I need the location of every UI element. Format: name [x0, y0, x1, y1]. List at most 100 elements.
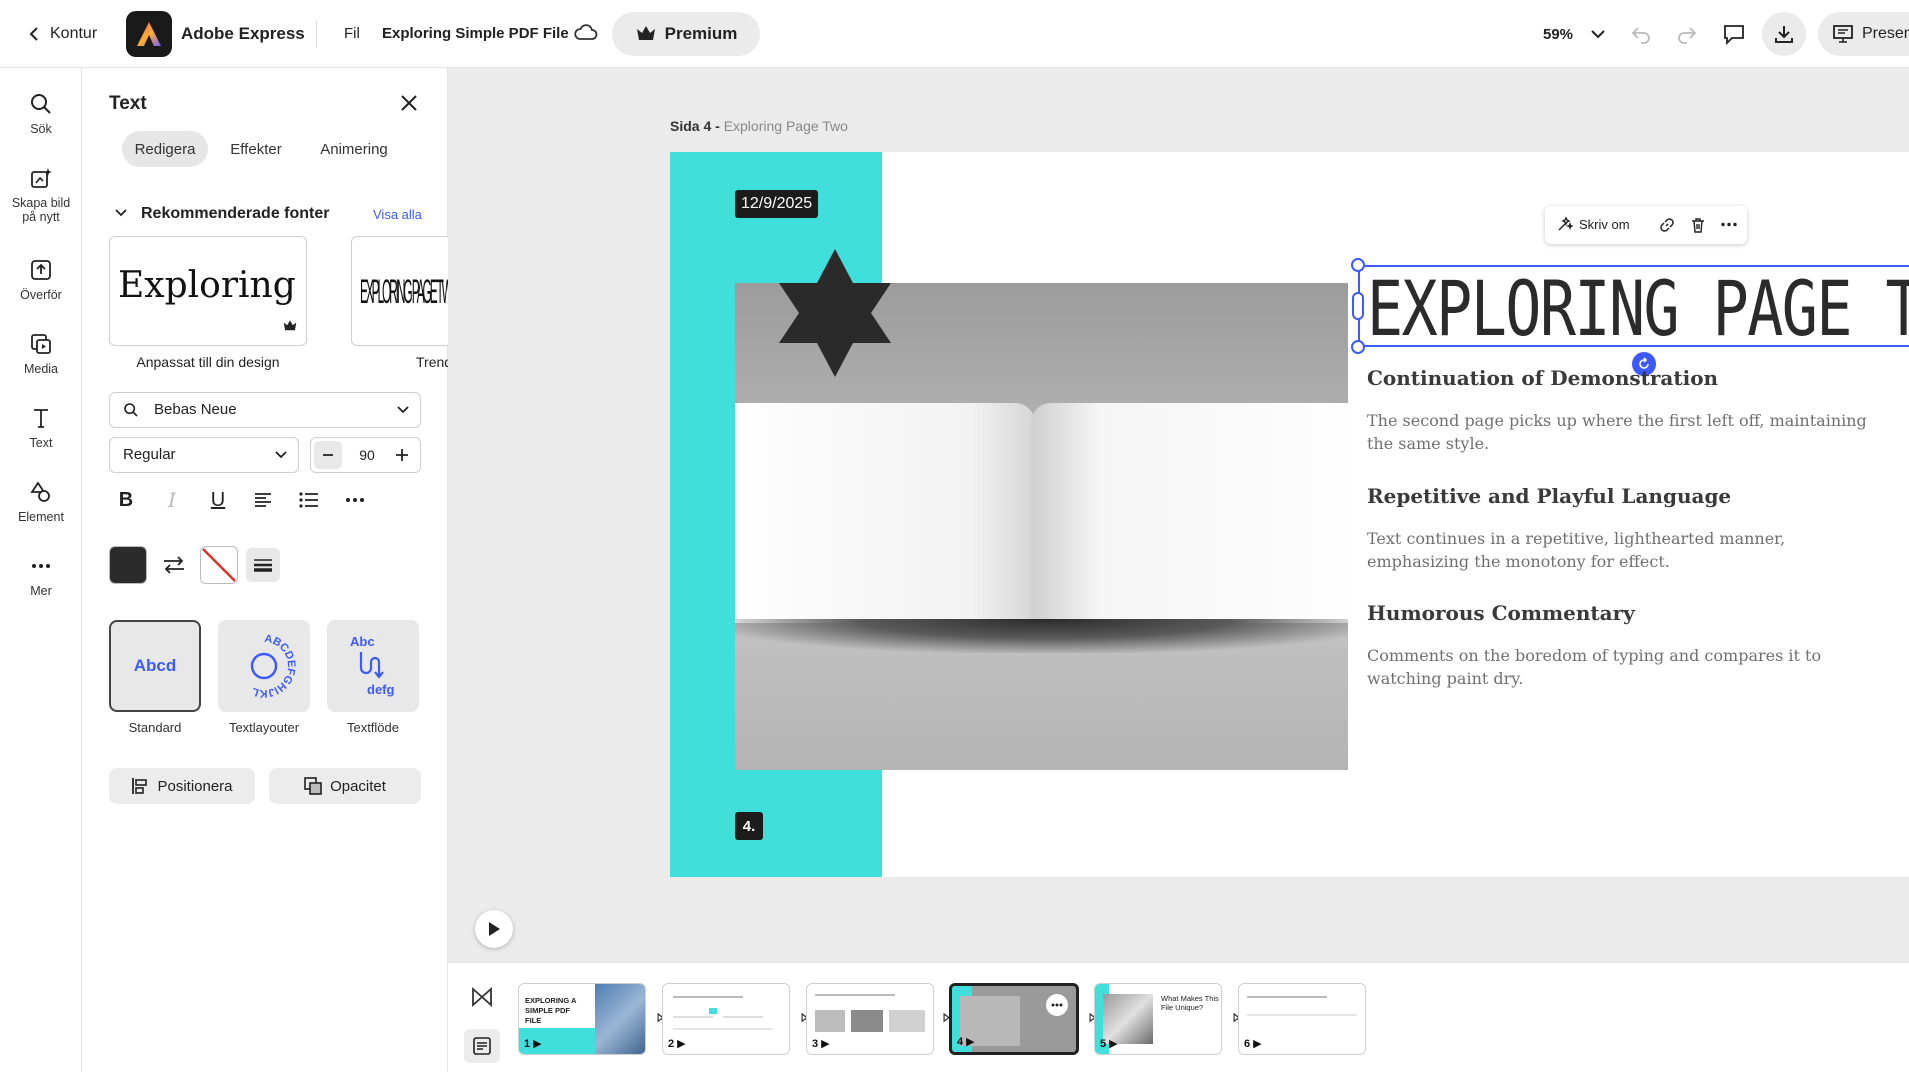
section-body-line[interactable]: Comments on the boredom of typing and co… [1367, 646, 1821, 665]
star-icon[interactable] [775, 247, 895, 379]
slide[interactable]: 12/9/2025 4. Skriv om EXPLORING PAGE TWO [670, 152, 1909, 877]
media-icon [29, 332, 53, 356]
section-body-line[interactable]: The second page picks up where the first… [1367, 411, 1867, 430]
see-all-link[interactable]: Visa alla [373, 207, 422, 222]
more-icon[interactable] [1721, 222, 1737, 227]
font-family-select[interactable]: Bebas Neue [109, 392, 421, 428]
rail-item-text[interactable]: Text [0, 406, 82, 450]
tab-edit[interactable]: Redigera [122, 131, 208, 167]
adobe-express-logo[interactable] [126, 11, 172, 57]
section-heading[interactable]: Continuation of Demonstration [1367, 366, 1718, 390]
svg-text:ABCDEFGHIJKL: ABCDEFGHIJKL [250, 633, 297, 699]
page-label[interactable]: Sida 4 - Exploring Page Two [670, 118, 848, 134]
selection-handle-bl[interactable] [1351, 340, 1365, 354]
text-style-standard[interactable]: Abcd [109, 620, 201, 712]
rewrite-label: Skriv om [1579, 216, 1630, 232]
chevron-down-icon[interactable] [1590, 28, 1606, 40]
rail-item-media[interactable]: Media [0, 332, 82, 376]
link-icon[interactable] [1659, 217, 1675, 233]
rail-item-regenerate[interactable]: Skapa bild på nytt [0, 166, 82, 224]
undo-icon[interactable] [1630, 23, 1652, 45]
more-options-icon[interactable] [338, 483, 372, 517]
rail-label: Element [18, 510, 64, 524]
align-left-icon[interactable] [246, 483, 280, 517]
filmstrip: EXPLORING A SIMPLE PDF FILE 1▶ ⋈ 2▶ ⋈ 3▶… [448, 962, 1909, 1072]
close-icon[interactable] [398, 92, 420, 114]
file-menu[interactable]: Fil [344, 25, 360, 42]
selection-handle-ml[interactable] [1352, 292, 1364, 320]
rail-label: Skapa bild på nytt [11, 196, 71, 224]
thumb-number: 1 ▶ [524, 1037, 542, 1051]
slide-title[interactable]: EXPLORING PAGE TWO [1367, 264, 1909, 353]
document-title[interactable]: Exploring Simple PDF File [382, 25, 569, 42]
opacity-button[interactable]: Opacitet [269, 768, 421, 804]
increase-size-button[interactable] [388, 441, 416, 469]
style-label: Textflöde [346, 720, 400, 735]
adobe-express-logo-icon [137, 22, 161, 46]
underline-icon[interactable]: U [201, 483, 235, 517]
tab-animation[interactable]: Animering [304, 131, 404, 167]
page-thumbnail-active[interactable]: 4 ▶ [949, 983, 1079, 1055]
section-body-line[interactable]: emphasizing the monotony for effect. [1367, 552, 1670, 571]
selection-handle-tl[interactable] [1351, 258, 1365, 272]
decrease-size-button[interactable] [314, 441, 342, 469]
section-body-line[interactable]: watching paint dry. [1367, 669, 1523, 688]
page-thumbnail[interactable]: 2 ▶ [662, 983, 790, 1055]
tab-effects[interactable]: Effekter [216, 131, 296, 167]
page-thumbnail[interactable]: EXPLORING A SIMPLE PDF FILE 1 ▶ [518, 983, 646, 1055]
notes-button[interactable] [464, 1029, 500, 1063]
font-size-value[interactable]: 90 [353, 447, 381, 463]
premium-button[interactable]: Premium [612, 12, 760, 56]
section-heading[interactable]: Repetitive and Playful Language [1367, 484, 1731, 508]
section-body-line[interactable]: Text continues in a repetitive, lighthea… [1367, 529, 1785, 548]
thumb-number-text: 6 [1244, 1037, 1251, 1050]
download-button[interactable] [1762, 12, 1806, 56]
crown-icon [635, 24, 657, 44]
thumb-options-button[interactable] [1046, 994, 1068, 1016]
page-number-badge[interactable]: 4. [735, 812, 763, 840]
date-badge[interactable]: 12/9/2025 [735, 190, 819, 218]
chevron-down-icon [274, 450, 288, 460]
page-thumbnail[interactable]: 3 ▶ [806, 983, 934, 1055]
font-card-custom[interactable]: Exploring Pag [109, 236, 307, 346]
swap-colors-icon[interactable] [161, 553, 187, 577]
text-style-flow[interactable]: Abc defg [327, 620, 419, 712]
present-button[interactable]: Presentera [1818, 12, 1909, 56]
trash-icon[interactable] [1690, 217, 1706, 233]
italic-icon[interactable]: I [155, 483, 189, 517]
position-button[interactable]: Positionera [109, 768, 255, 804]
font-family-value: Bebas Neue [154, 401, 237, 418]
rewrite-button[interactable]: Skriv om [1557, 216, 1630, 232]
thumb-number-text: 4 [957, 1035, 964, 1048]
zoom-level[interactable]: 59% [1543, 26, 1573, 43]
style-label: Textlayouter [228, 720, 300, 735]
font-weight-select[interactable]: Regular [109, 437, 299, 473]
rail-item-upload[interactable]: Överför [0, 258, 82, 302]
rail-item-elements[interactable]: Element [0, 480, 82, 524]
upload-icon [29, 258, 53, 282]
redo-icon[interactable] [1676, 23, 1698, 45]
text-color-swatch[interactable] [109, 546, 147, 584]
more-icon [1051, 1003, 1063, 1007]
bold-icon[interactable]: B [109, 483, 143, 517]
bullet-list-icon[interactable] [292, 483, 326, 517]
style-preview: Abcd [133, 656, 177, 675]
page-thumbnail[interactable]: 6 ▶ [1238, 983, 1366, 1055]
rail-item-more[interactable]: Mer [0, 554, 82, 598]
premium-label: Premium [664, 24, 738, 43]
cloud-icon[interactable] [574, 22, 598, 42]
play-button[interactable] [475, 910, 513, 948]
section-body-line[interactable]: the same style. [1367, 434, 1489, 453]
minus-icon [321, 448, 335, 462]
section-heading[interactable]: Humorous Commentary [1367, 601, 1635, 625]
text-style-layouts[interactable]: ABCDEFGHIJKL [218, 620, 310, 712]
back-button[interactable]: Kontur [28, 18, 97, 50]
rail-item-search[interactable]: Sök [0, 92, 82, 136]
chevron-down-icon[interactable] [114, 208, 128, 218]
page-thumbnail[interactable]: What Makes This File Unique? 5 ▶ [1094, 983, 1222, 1055]
comment-icon[interactable] [1722, 22, 1746, 46]
page-label-number: Sida 4 - [670, 118, 724, 134]
stroke-weight-button[interactable] [246, 548, 280, 582]
background-color-none-swatch[interactable] [200, 546, 238, 584]
transition-icon[interactable] [470, 985, 494, 1009]
